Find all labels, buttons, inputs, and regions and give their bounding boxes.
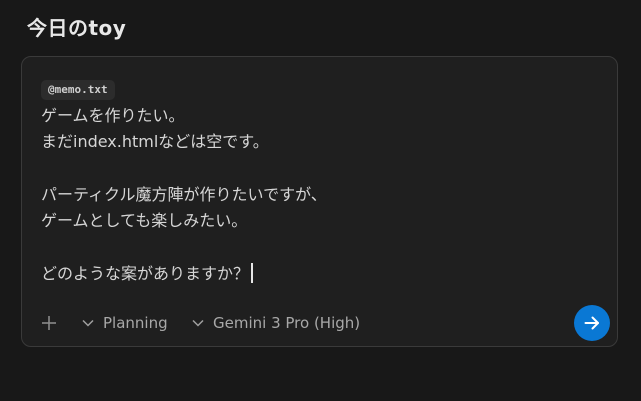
prompt-line xyxy=(41,156,601,182)
mode-label: Planning xyxy=(103,314,168,332)
plus-icon xyxy=(42,316,56,330)
prompt-line xyxy=(41,234,601,260)
send-button[interactable] xyxy=(574,305,610,341)
chevron-down-icon xyxy=(82,319,94,327)
prompt-line-text: どのような案がありますか？ xyxy=(41,263,250,283)
prompt-line: ゲームとしても楽しみたい。 xyxy=(41,211,248,231)
prompt-line-last: どのような案がありますか？ xyxy=(41,261,601,287)
prompt-line: まだindex.htmlなどは空です。 xyxy=(41,132,269,152)
prompt-line: パーティクル魔方陣が作りたいですが、 xyxy=(41,184,327,204)
add-context-button[interactable] xyxy=(39,313,59,333)
prompt-input[interactable]: ゲームを作りたい。 まだindex.htmlなどは空です。 パーティクル魔方陣が… xyxy=(41,103,601,287)
mode-dropdown[interactable]: Planning xyxy=(81,312,168,334)
attachment-chip[interactable]: @memo.txt xyxy=(41,80,115,100)
prompt-line: ゲームを作りたい。 xyxy=(41,106,185,125)
text-caret xyxy=(251,262,253,283)
arrow-right-icon xyxy=(584,316,599,330)
app-page: 今日のtoy @memo.txt ゲームを作りたい。 まだindex.htmlな… xyxy=(0,0,641,401)
model-label: Gemini 3 Pro (High) xyxy=(213,314,361,332)
chat-composer[interactable]: @memo.txt ゲームを作りたい。 まだindex.htmlなどは空です。 … xyxy=(21,56,618,347)
chevron-down-icon xyxy=(192,319,204,327)
page-title: 今日のtoy xyxy=(27,16,127,40)
model-dropdown[interactable]: Gemini 3 Pro (High) xyxy=(191,312,360,334)
composer-toolbar: Planning Gemini 3 Pro (High) xyxy=(22,305,617,341)
